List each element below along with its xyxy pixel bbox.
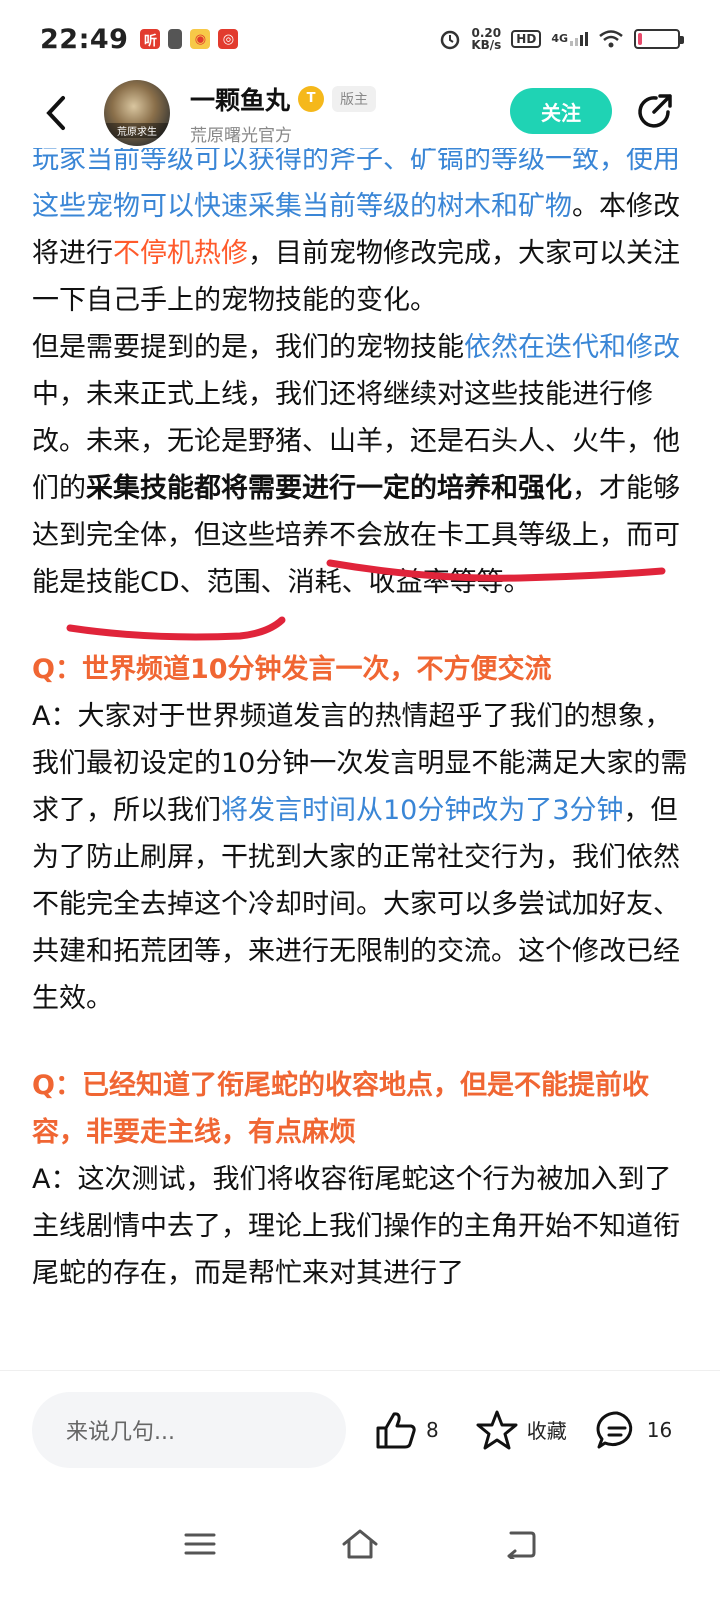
avatar-caption: 荒原求生: [104, 123, 170, 138]
comment-button[interactable]: 16: [595, 1409, 672, 1451]
battery-saver-icon: [168, 29, 183, 49]
like-button[interactable]: 8: [374, 1410, 439, 1450]
post-content: 玩家当前等级可以获得的斧子、矿镐的等级一致，使用这些宠物可以快速采集当前等级的树…: [0, 148, 720, 1370]
app-icon: 听: [140, 29, 161, 49]
notification-icons: 听 ◉ ◎: [140, 29, 239, 49]
back-button[interactable]: [36, 93, 76, 133]
highlight-orange: 不停机热修: [113, 238, 248, 269]
bottom-action-bar: 来说几句... 8 收藏 16: [0, 1370, 720, 1488]
home-icon: [342, 1529, 378, 1559]
text: ，但为了防止刷屏，干扰到大家的正常社交行为，我们依然不能完全去掉这个冷却时间。大…: [32, 795, 680, 1014]
net-speed-unit: KB/s: [471, 38, 502, 52]
battery-icon: [634, 29, 684, 49]
author-info[interactable]: 一颗鱼丸 T 版主 荒原曙光官方: [190, 81, 377, 146]
system-nav-bar: [0, 1488, 720, 1600]
wifi-icon: [599, 30, 623, 48]
like-count: 8: [426, 1417, 439, 1442]
author-name: 一颗鱼丸: [190, 85, 291, 115]
home-button[interactable]: [338, 1522, 382, 1566]
article-body: 玩家当前等级可以获得的斧子、矿镐的等级一致，使用这些宠物可以快速采集当前等级的树…: [32, 148, 692, 1297]
chevron-left-icon: [46, 96, 65, 130]
signal-label: 4G: [551, 32, 568, 45]
comment-icon: [596, 1410, 632, 1448]
highlight-blue: 依然在迭代和修改: [464, 332, 680, 363]
favorite-button[interactable]: 收藏: [475, 1409, 567, 1451]
answer-paragraph: A：大家对于世界频道发言的热情超乎了我们的想象，我们最初设定的10分钟一次发言明…: [32, 693, 692, 1022]
alarm-icon: [441, 30, 460, 50]
app2-icon: ◎: [218, 29, 239, 49]
status-bar: 22:49 听 ◉ ◎ 0.20 KB/s HD 4G: [0, 0, 720, 78]
menu-button[interactable]: [178, 1522, 222, 1566]
comment-input[interactable]: 来说几句...: [32, 1391, 346, 1468]
partial-line: 玩家当前等级可以获得的斧子、矿镐的等级一致，: [32, 148, 626, 175]
paragraph: 玩家当前等级可以获得的斧子、矿镐的等级一致，使用这些宠物可以快速采集当前等级的树…: [32, 148, 692, 324]
menu-icon: [184, 1533, 216, 1555]
role-badge: 版主: [332, 85, 377, 112]
answer-paragraph: A：这次测试，我们将收容衔尾蛇这个行为被加入到了主线剧情中去了，理论上我们操作的…: [32, 1164, 680, 1289]
highlight-bold: 采集技能都将需要进行一定的培养和强化: [86, 473, 572, 504]
share-button[interactable]: [634, 90, 676, 132]
question-heading: Q：已经知道了衔尾蛇的收容地点，但是不能提前收容，非要走主线，有点麻烦: [32, 1070, 649, 1148]
weibo-icon: ◉: [190, 29, 211, 49]
nav-back-button[interactable]: [498, 1522, 542, 1566]
author-subtitle: 荒原曙光官方: [190, 125, 292, 146]
star-icon: [476, 1410, 518, 1449]
favorite-label: 收藏: [526, 1419, 567, 1443]
post-header: 荒原求生 一颗鱼丸 T 版主 荒原曙光官方 关注: [0, 78, 720, 148]
level-badge: T: [298, 85, 325, 112]
share-icon: [638, 94, 672, 128]
avatar[interactable]: 荒原求生: [104, 80, 170, 146]
follow-button[interactable]: 关注: [510, 88, 612, 134]
net-speed: 0.20 KB/s: [471, 27, 501, 51]
highlight-blue: 将发言时间从10分钟改为了3分钟: [221, 795, 624, 826]
system-icons: 0.20 KB/s HD 4G: [439, 27, 684, 51]
signal-icon: 4G: [551, 32, 588, 46]
battery-level: [638, 33, 642, 45]
thumbs-up-icon: [376, 1411, 416, 1448]
question-heading: Q：世界频道10分钟发言一次，不方便交流: [32, 654, 552, 685]
status-time: 22:49: [40, 23, 129, 55]
hd-icon: HD: [511, 30, 542, 48]
comment-count: 16: [646, 1417, 673, 1442]
text: 但是需要提到的是，我们的宠物技能: [32, 332, 464, 363]
back-icon: [507, 1531, 536, 1559]
paragraph: 但是需要提到的是，我们的宠物技能依然在迭代和修改中，未来正式上线，我们还将继续对…: [32, 324, 692, 606]
